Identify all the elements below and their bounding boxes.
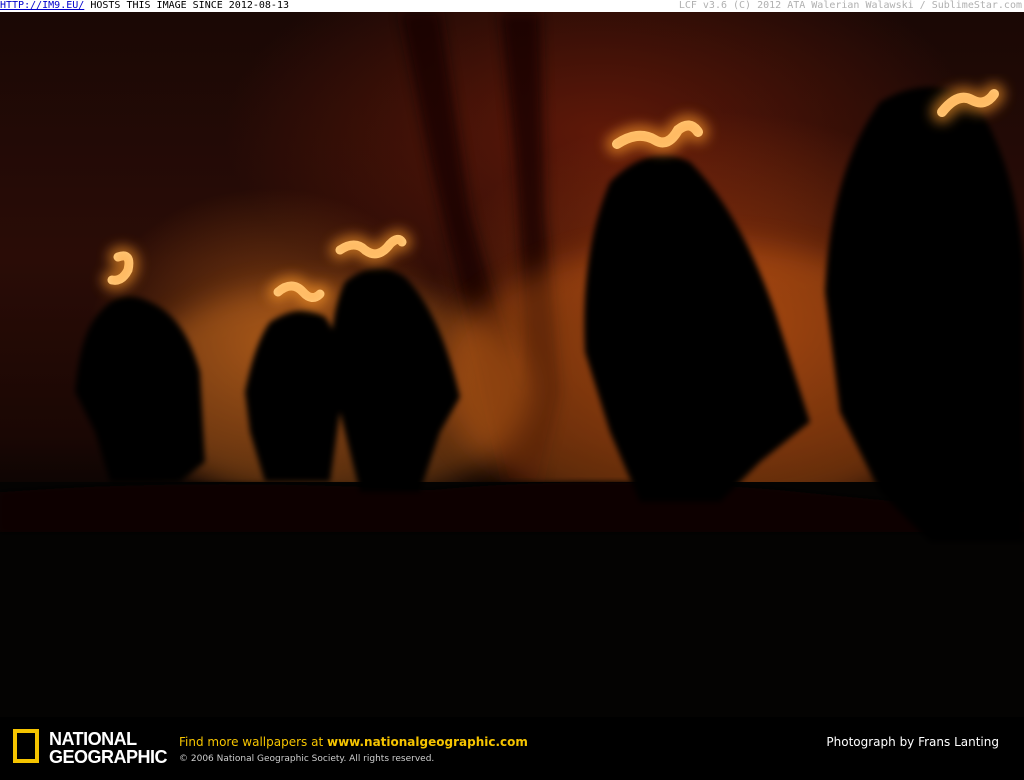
natgeo-wordmark: NATIONAL GEOGRAPHIC — [49, 729, 168, 767]
promo-text: Find more wallpapers at www.nationalgeog… — [179, 735, 528, 749]
host-link[interactable]: HTTP://IM9.EU/ — [0, 0, 84, 11]
copyright-text: © 2006 National Geographic Society. All … — [179, 754, 435, 764]
footer-bar: NATIONAL GEOGRAPHIC Find more wallpapers… — [0, 717, 1024, 780]
promo-prefix: Find more wallpapers at — [179, 735, 327, 749]
wordmark-line-1: NATIONAL — [49, 729, 137, 749]
promo-url-link[interactable]: www.nationalgeographic.com — [327, 735, 528, 749]
photo-credit: Photograph by Frans Lanting — [826, 735, 999, 749]
wordmark-line-2: GEOGRAPHIC — [49, 747, 168, 767]
natgeo-logo-frame-icon — [13, 729, 39, 763]
watermark-right: LCF v3.6 (C) 2012 ATA Walerian Walawski … — [678, 0, 1022, 11]
watermark-left: HTTP://IM9.EU/ HOSTS THIS IMAGE SINCE 20… — [0, 0, 289, 12]
night-photo — [0, 12, 1024, 717]
watermark-bar: HTTP://IM9.EU/ HOSTS THIS IMAGE SINCE 20… — [0, 0, 1024, 12]
photo-scene — [0, 12, 1024, 717]
host-text: HOSTS THIS IMAGE SINCE 2012-08-13 — [84, 0, 289, 11]
